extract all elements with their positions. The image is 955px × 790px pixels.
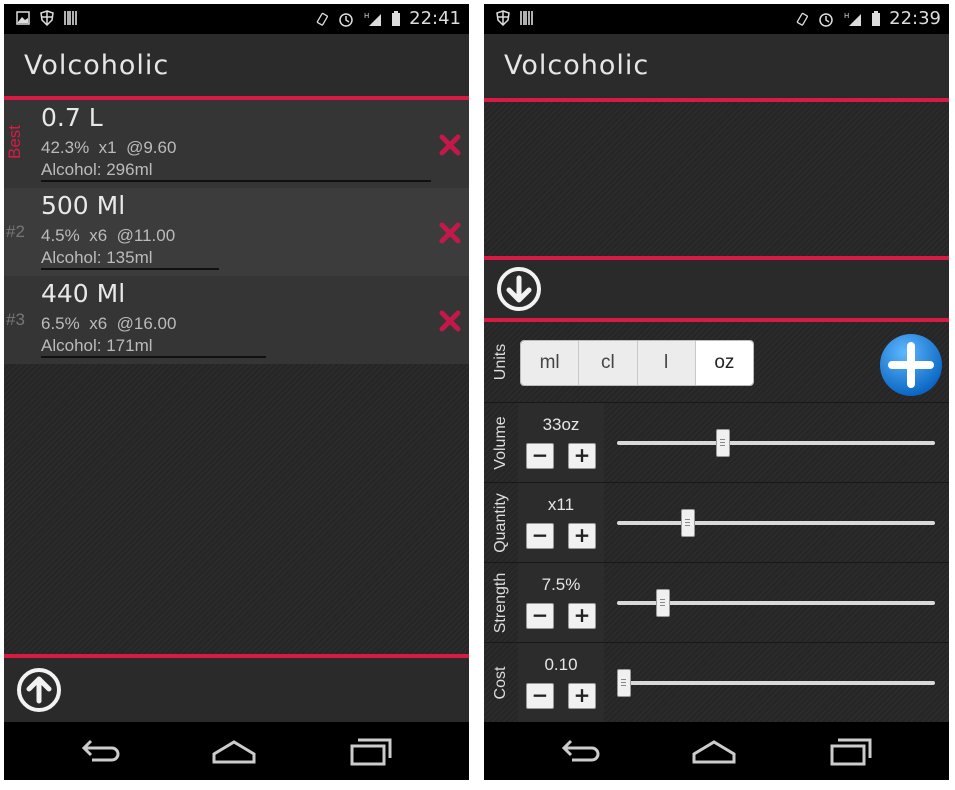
recent-apps-icon[interactable]: [828, 734, 872, 768]
strength-slider-track[interactable]: [617, 589, 935, 617]
drink-name: 440 Ml: [41, 279, 126, 308]
alcohol-amount: Alcohol: 135ml: [41, 248, 153, 267]
action-bar: Volcoholic: [4, 34, 469, 96]
drink-details: 42.3% x1 @9.60: [41, 138, 177, 157]
cost-control: Cost 0.10 − +: [484, 642, 949, 723]
barcode-notification-icon: [64, 11, 77, 25]
list-item[interactable]: Best 0.7 L 42.3% x1 @9.60 Alcohol: 296ml: [4, 100, 469, 188]
battery-icon: [872, 10, 881, 26]
status-bar: H 22:41: [4, 4, 469, 34]
alcohol-amount: Alcohol: 296ml: [41, 160, 153, 179]
quantity-slider-thumb[interactable]: [680, 509, 695, 537]
delete-icon[interactable]: [439, 310, 461, 332]
arrow-down-circle-icon[interactable]: [496, 266, 542, 312]
list-item[interactable]: #3 440 Ml 6.5% x6 @16.00 Alcohol: 171ml: [4, 276, 469, 364]
alcohol-bar: [41, 180, 431, 182]
drink-name: 0.7 L: [41, 103, 103, 132]
rank-label: #3: [6, 310, 25, 329]
back-icon[interactable]: [558, 734, 602, 768]
collapse-bar: [484, 260, 949, 318]
shield-notification-icon: [496, 10, 510, 26]
editor-panel: Units ml cl l oz Volume 33oz − + Quantit…: [484, 322, 949, 723]
signal-icon: H: [844, 12, 862, 26]
rank-label: Best: [5, 124, 25, 160]
strength-value: 7.5%: [541, 575, 581, 594]
quantity-label: Quantity: [492, 493, 509, 553]
navigation-bar: [4, 722, 469, 780]
add-button[interactable]: [878, 332, 944, 398]
cost-value: 0.10: [544, 655, 578, 674]
vibrate-icon: [796, 12, 809, 26]
strength-control: Strength 7.5% − +: [484, 562, 949, 643]
shield-notification-icon: [40, 10, 54, 26]
alarm-icon: [819, 12, 833, 27]
gallery-notification-icon: [16, 11, 30, 25]
units-selector: ml cl l oz: [520, 340, 754, 386]
cost-slider-track[interactable]: [617, 669, 935, 697]
arrow-up-circle-icon[interactable]: [16, 667, 62, 713]
strength-label: Strength: [492, 572, 509, 634]
units-label: Units: [492, 343, 509, 381]
strength-slider-thumb[interactable]: [655, 589, 670, 617]
alarm-icon: [339, 12, 353, 27]
cost-decrement-button[interactable]: −: [526, 683, 554, 709]
cost-increment-button[interactable]: +: [568, 683, 596, 709]
volume-increment-button[interactable]: +: [568, 443, 596, 469]
status-time: 22:41: [409, 8, 461, 29]
unit-option-ml[interactable]: ml: [521, 341, 580, 385]
unit-option-oz[interactable]: oz: [695, 341, 753, 385]
quantity-slider-track[interactable]: [617, 509, 935, 537]
recent-apps-icon[interactable]: [348, 734, 392, 768]
volume-slider-track[interactable]: [617, 429, 935, 457]
navigation-bar: [484, 722, 949, 780]
quantity-value: x11: [547, 495, 575, 514]
drink-list: Best 0.7 L 42.3% x1 @9.60 Alcohol: 296ml…: [4, 100, 469, 656]
home-icon[interactable]: [212, 734, 256, 768]
action-bar: Volcoholic: [484, 34, 949, 96]
phone-right-screen: H 22:39 Volcoholic Units ml cl l oz Volu…: [484, 4, 949, 780]
cost-label: Cost: [492, 666, 509, 700]
quantity-decrement-button[interactable]: −: [526, 523, 554, 549]
list-item[interactable]: #2 500 Ml 4.5% x6 @11.00 Alcohol: 135ml: [4, 188, 469, 276]
alcohol-bar: [41, 268, 219, 270]
svg-text:H: H: [844, 12, 849, 20]
volume-label: Volume: [492, 416, 509, 470]
quantity-control: Quantity x11 − +: [484, 482, 949, 563]
alcohol-amount: Alcohol: 171ml: [41, 336, 153, 355]
strength-increment-button[interactable]: +: [568, 603, 596, 629]
unit-option-l[interactable]: l: [637, 341, 696, 385]
home-icon[interactable]: [692, 734, 736, 768]
drink-details: 6.5% x6 @16.00: [41, 314, 177, 333]
volume-control: Volume 33oz − +: [484, 402, 949, 483]
strength-decrement-button[interactable]: −: [526, 603, 554, 629]
units-row: Units ml cl l oz: [484, 322, 949, 402]
drink-list-empty: [484, 102, 949, 256]
signal-icon: H: [364, 12, 382, 26]
drink-details: 4.5% x6 @11.00: [41, 226, 176, 245]
unit-option-cl[interactable]: cl: [579, 341, 638, 385]
svg-text:H: H: [364, 12, 369, 20]
volume-slider-thumb[interactable]: [715, 429, 730, 457]
vibrate-icon: [316, 12, 329, 26]
quantity-increment-button[interactable]: +: [568, 523, 596, 549]
delete-icon[interactable]: [439, 134, 461, 156]
volume-decrement-button[interactable]: −: [526, 443, 554, 469]
delete-icon[interactable]: [439, 222, 461, 244]
battery-icon: [392, 10, 401, 26]
alcohol-bar: [41, 356, 267, 358]
bottom-bar: [4, 658, 469, 722]
rank-label: #2: [6, 222, 25, 241]
drink-name: 500 Ml: [41, 191, 126, 220]
volume-value: 33oz: [542, 415, 580, 434]
barcode-notification-icon: [520, 11, 533, 25]
back-icon[interactable]: [78, 734, 122, 768]
phone-left-screen: H 22:41 Volcoholic Best 0.7 L 42.3% x1 @…: [4, 4, 469, 780]
cost-slider-thumb[interactable]: [617, 669, 631, 697]
app-title: Volcoholic: [504, 50, 650, 81]
app-title: Volcoholic: [24, 50, 170, 81]
status-time: 22:39: [889, 8, 941, 29]
status-bar: H 22:39: [484, 4, 949, 34]
